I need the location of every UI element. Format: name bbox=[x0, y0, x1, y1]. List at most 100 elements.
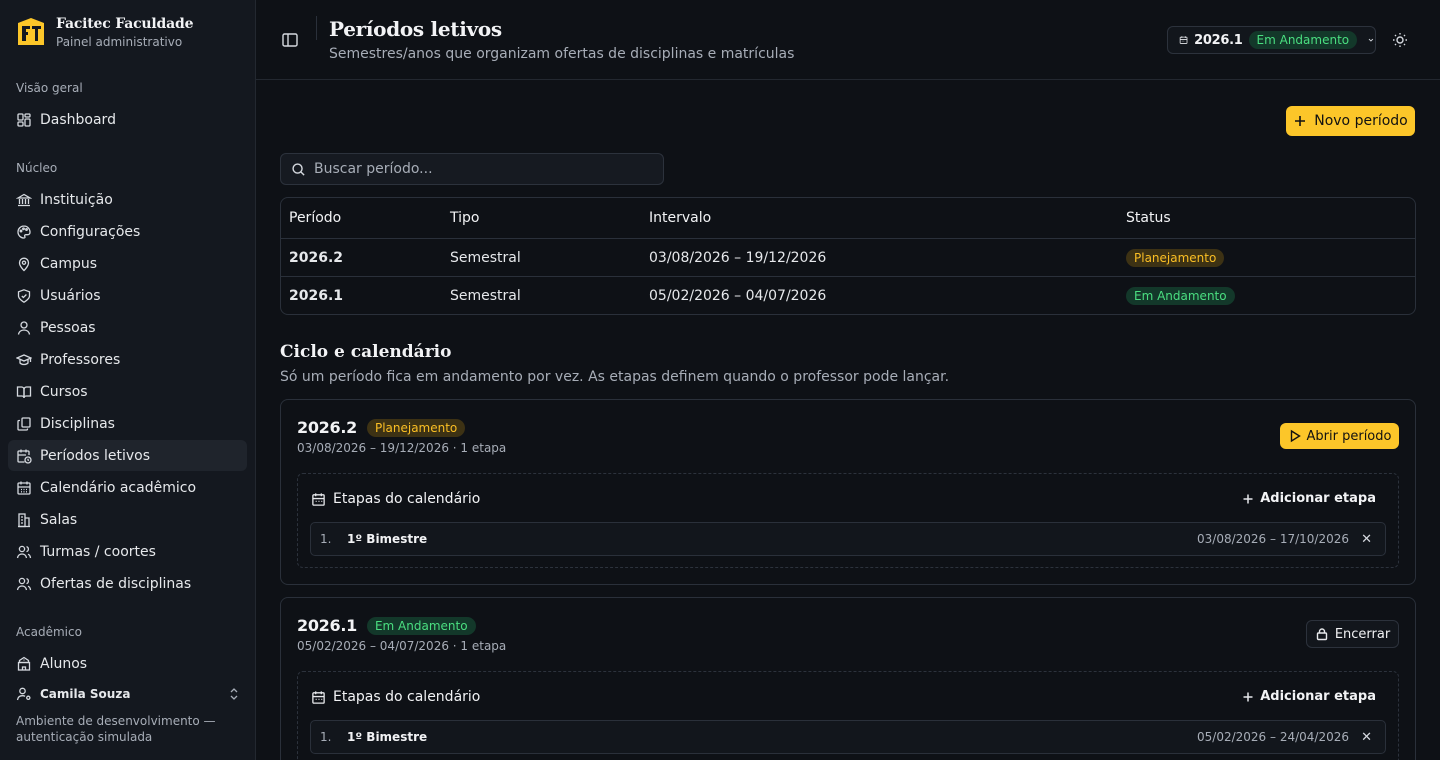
sidebar-item-instituicao[interactable]: Instituição bbox=[8, 184, 247, 215]
stages-title-label: Etapas do calendário bbox=[333, 491, 481, 507]
stage-row: 1. 1º Bimestre 03/08/2026 – 17/10/2026 ✕ bbox=[310, 522, 1386, 556]
sidebar-item-label: Dashboard bbox=[40, 111, 116, 128]
sidebar-item-label: Instituição bbox=[40, 191, 113, 208]
sidebar-item-periodos-letivos[interactable]: Períodos letivos bbox=[8, 440, 247, 471]
add-stage-button[interactable]: Adicionar etapa bbox=[1242, 689, 1376, 704]
add-stage-button[interactable]: Adicionar etapa bbox=[1242, 491, 1376, 506]
sidebar: Facitec Faculdade Painel administrativo … bbox=[0, 0, 256, 760]
chevron-down-icon bbox=[1368, 38, 1374, 42]
plus-icon bbox=[1243, 494, 1253, 503]
sidebar-item-usuarios[interactable]: Usuários bbox=[8, 280, 247, 311]
table-row[interactable]: 2026.2 Semestral 03/08/2026 – 19/12/2026… bbox=[281, 239, 1415, 277]
palette-icon bbox=[17, 224, 31, 239]
current-period-select[interactable]: 2026.1 Em Andamento bbox=[1167, 26, 1376, 54]
search-icon bbox=[292, 162, 305, 176]
status-badge: Em Andamento bbox=[366, 616, 476, 635]
sidebar-item-alunos[interactable]: Alunos bbox=[8, 648, 247, 679]
period-card: 2026.2 Planejamento 03/08/2026 – 19/12/2… bbox=[280, 399, 1416, 585]
cell-periodo: 2026.2 bbox=[289, 249, 344, 266]
cell-intervalo: 03/08/2026 – 19/12/2026 bbox=[649, 249, 827, 266]
column-header-periodo[interactable]: Período bbox=[289, 210, 341, 226]
remove-stage-button[interactable]: ✕ bbox=[1361, 532, 1372, 547]
sidebar-item-label: Usuários bbox=[40, 287, 101, 304]
current-period-value: 2026.1 bbox=[1194, 32, 1243, 48]
user-icon bbox=[17, 320, 31, 335]
stages-title: Etapas do calendário bbox=[311, 491, 480, 507]
school-icon bbox=[17, 656, 31, 671]
header-divider bbox=[316, 16, 317, 40]
period-card: 2026.1 Em Andamento 05/02/2026 – 04/07/2… bbox=[280, 597, 1416, 760]
status-badge: Em Andamento bbox=[1126, 286, 1235, 305]
library-icon bbox=[17, 416, 31, 431]
sidebar-item-disciplinas[interactable]: Disciplinas bbox=[8, 408, 247, 439]
sidebar-item-pessoas[interactable]: Pessoas bbox=[8, 312, 247, 343]
plus-icon bbox=[1295, 116, 1306, 126]
sidebar-item-cursos[interactable]: Cursos bbox=[8, 376, 247, 407]
period-name: 2026.1 bbox=[297, 616, 357, 635]
sidebar-item-configuracoes[interactable]: Configurações bbox=[8, 216, 247, 247]
stages-title-label: Etapas do calendário bbox=[333, 689, 481, 705]
column-header-tipo[interactable]: Tipo bbox=[450, 210, 479, 226]
cell-tipo: Semestral bbox=[450, 287, 521, 304]
cycle-section-title: Ciclo e calendário bbox=[280, 342, 452, 362]
table-row[interactable]: 2026.1 Semestral 05/02/2026 – 04/07/2026… bbox=[281, 277, 1415, 314]
add-stage-label: Adicionar etapa bbox=[1260, 491, 1376, 506]
period-name: 2026.2 bbox=[297, 418, 357, 437]
stage-number: 1. bbox=[320, 730, 332, 744]
remove-stage-button[interactable]: ✕ bbox=[1361, 730, 1372, 745]
calendar-icon bbox=[312, 492, 325, 506]
new-period-label: Novo período bbox=[1314, 113, 1408, 129]
sidebar-item-salas[interactable]: Salas bbox=[8, 504, 247, 535]
period-card-title: 2026.1 Em Andamento bbox=[297, 616, 476, 635]
sidebar-item-dashboard[interactable]: Dashboard bbox=[8, 104, 247, 135]
new-period-button[interactable]: Novo período bbox=[1286, 106, 1415, 136]
user-menu[interactable]: Camila Souza bbox=[16, 684, 240, 704]
stage-row: 1. 1º Bimestre 05/02/2026 – 24/04/2026 ✕ bbox=[310, 720, 1386, 754]
calendar-stages-box: Etapas do calendário Adicionar etapa 1. … bbox=[297, 473, 1399, 568]
column-header-intervalo[interactable]: Intervalo bbox=[649, 210, 711, 226]
environment-note: Ambiente de desenvolvimento — autenticaç… bbox=[16, 714, 216, 744]
stage-range: 05/02/2026 – 24/04/2026 bbox=[1197, 730, 1349, 744]
period-card-title: 2026.2 Planejamento bbox=[297, 418, 466, 437]
sidebar-item-ofertas-disciplinas[interactable]: Ofertas de disciplinas bbox=[8, 568, 247, 599]
sidebar-item-label: Disciplinas bbox=[40, 415, 115, 432]
panel-left-icon bbox=[282, 33, 298, 47]
period-meta: 03/08/2026 – 19/12/2026 · 1 etapa bbox=[297, 441, 507, 455]
section-label-nucleo: Núcleo bbox=[16, 161, 58, 175]
sidebar-item-label: Ofertas de disciplinas bbox=[40, 575, 192, 592]
status-badge: Em Andamento bbox=[1248, 31, 1358, 49]
sidebar-item-calendario-academico[interactable]: Calendário acadêmico bbox=[8, 472, 247, 503]
brand[interactable]: Facitec Faculdade Painel administrativo bbox=[16, 16, 193, 49]
table-header-row: Período Tipo Intervalo Status bbox=[281, 198, 1415, 239]
open-period-button[interactable]: Abrir período bbox=[1280, 423, 1399, 449]
cell-tipo: Semestral bbox=[450, 249, 521, 266]
building-icon bbox=[18, 512, 30, 527]
calendar-stages-box: Etapas do calendário Adicionar etapa 1. … bbox=[297, 671, 1399, 760]
sidebar-item-label: Cursos bbox=[40, 383, 88, 400]
user-cog-icon bbox=[16, 687, 31, 701]
landmark-icon bbox=[16, 193, 32, 206]
calendar-clock-icon bbox=[17, 449, 32, 464]
sidebar-item-label: Pessoas bbox=[40, 319, 96, 336]
column-header-status[interactable]: Status bbox=[1126, 210, 1171, 226]
close-period-button[interactable]: Encerrar bbox=[1306, 620, 1399, 648]
periods-table: Período Tipo Intervalo Status 2026.2 Sem… bbox=[280, 197, 1416, 315]
theme-toggle-button[interactable] bbox=[1390, 30, 1410, 50]
search-field[interactable] bbox=[280, 153, 664, 185]
sun-icon bbox=[1393, 33, 1407, 47]
calendar-icon bbox=[1179, 36, 1188, 44]
search-input[interactable] bbox=[314, 161, 644, 177]
sidebar-toggle-button[interactable] bbox=[280, 30, 300, 50]
brand-subtitle: Painel administrativo bbox=[56, 35, 183, 49]
open-period-label: Abrir período bbox=[1306, 428, 1392, 444]
sidebar-item-turmas-coortes[interactable]: Turmas / coortes bbox=[8, 536, 247, 567]
sidebar-item-professores[interactable]: Professores bbox=[8, 344, 247, 375]
add-stage-label: Adicionar etapa bbox=[1260, 689, 1376, 704]
map-pin-icon bbox=[18, 257, 30, 271]
play-icon bbox=[1290, 429, 1301, 443]
sidebar-item-label: Professores bbox=[40, 351, 121, 368]
sidebar-item-campus[interactable]: Campus bbox=[8, 248, 247, 279]
top-header: Períodos letivos Semestres/anos que orga… bbox=[256, 0, 1440, 80]
sidebar-item-label: Turmas / coortes bbox=[40, 543, 156, 560]
shield-icon bbox=[17, 288, 31, 303]
